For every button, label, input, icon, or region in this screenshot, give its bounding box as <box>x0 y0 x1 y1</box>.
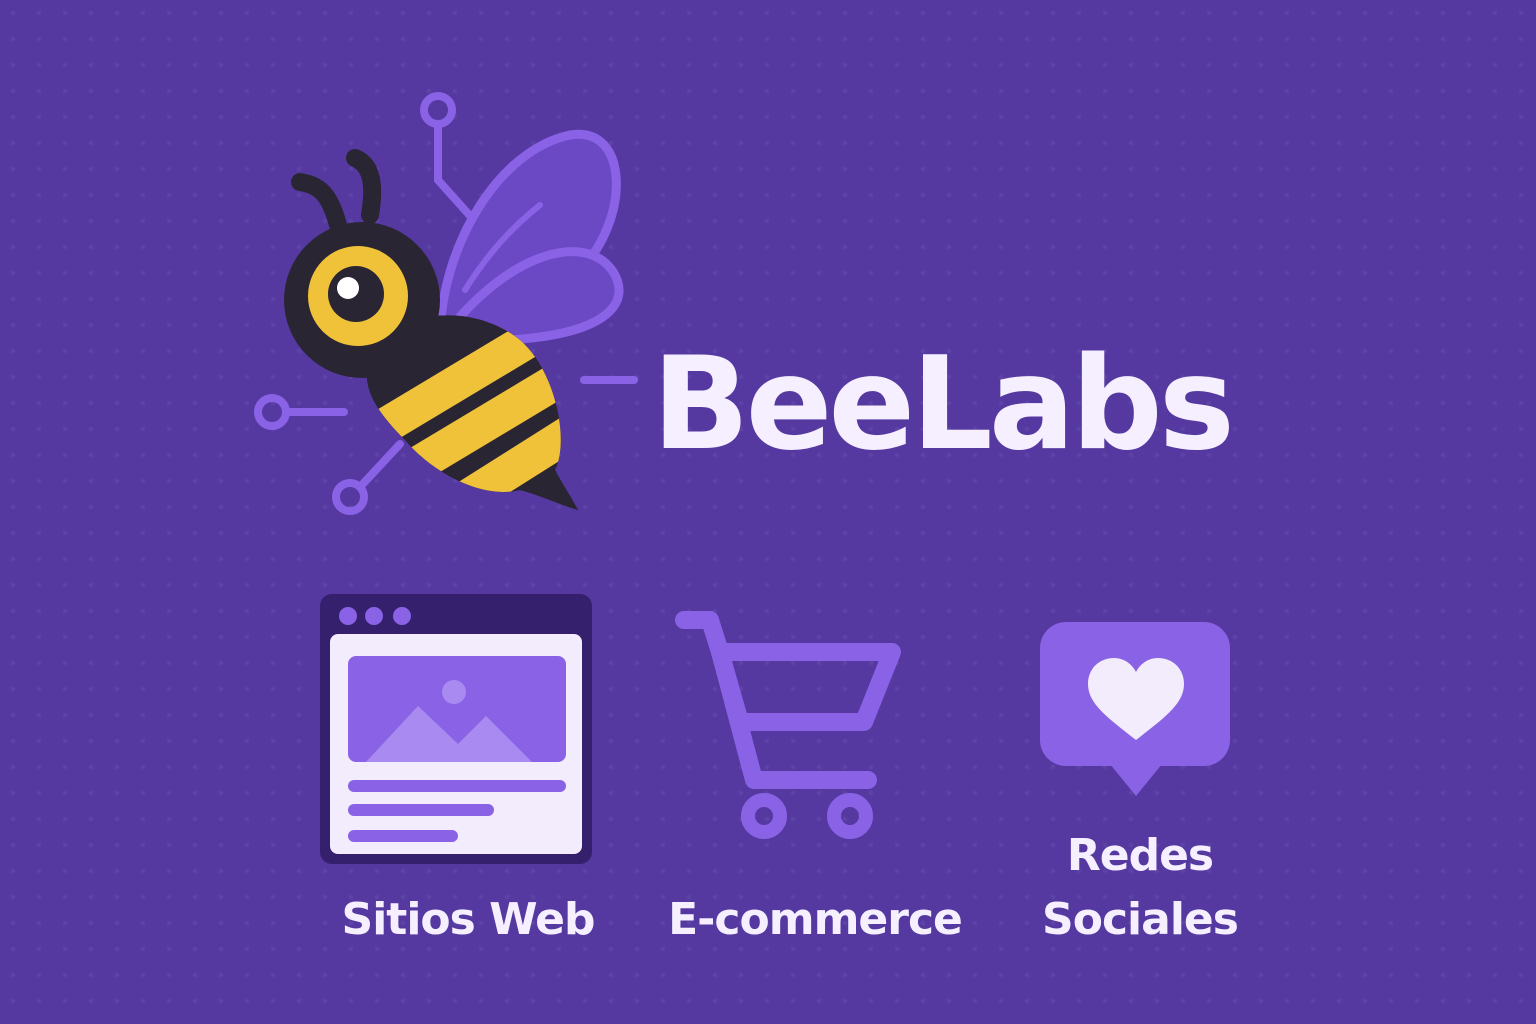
bee-antennae <box>291 149 382 234</box>
bee-head <box>284 222 440 378</box>
service-label-web: Sitios Web <box>341 894 596 945</box>
service-label-social-line2: Sociales <box>1042 894 1239 945</box>
brand-name: BeeLabs <box>652 330 1235 479</box>
browser-window-icon <box>320 594 592 864</box>
service-label-social-line1: Redes <box>1066 830 1214 881</box>
bee-wings <box>435 129 624 346</box>
service-label-ecommerce: E-commerce <box>668 894 963 945</box>
heart-chat-bubble-icon <box>1040 622 1230 796</box>
shopping-cart-icon <box>675 611 901 839</box>
service-label-social: Redes Sociales <box>1010 824 1270 952</box>
bee-circuit-icon <box>254 92 638 515</box>
